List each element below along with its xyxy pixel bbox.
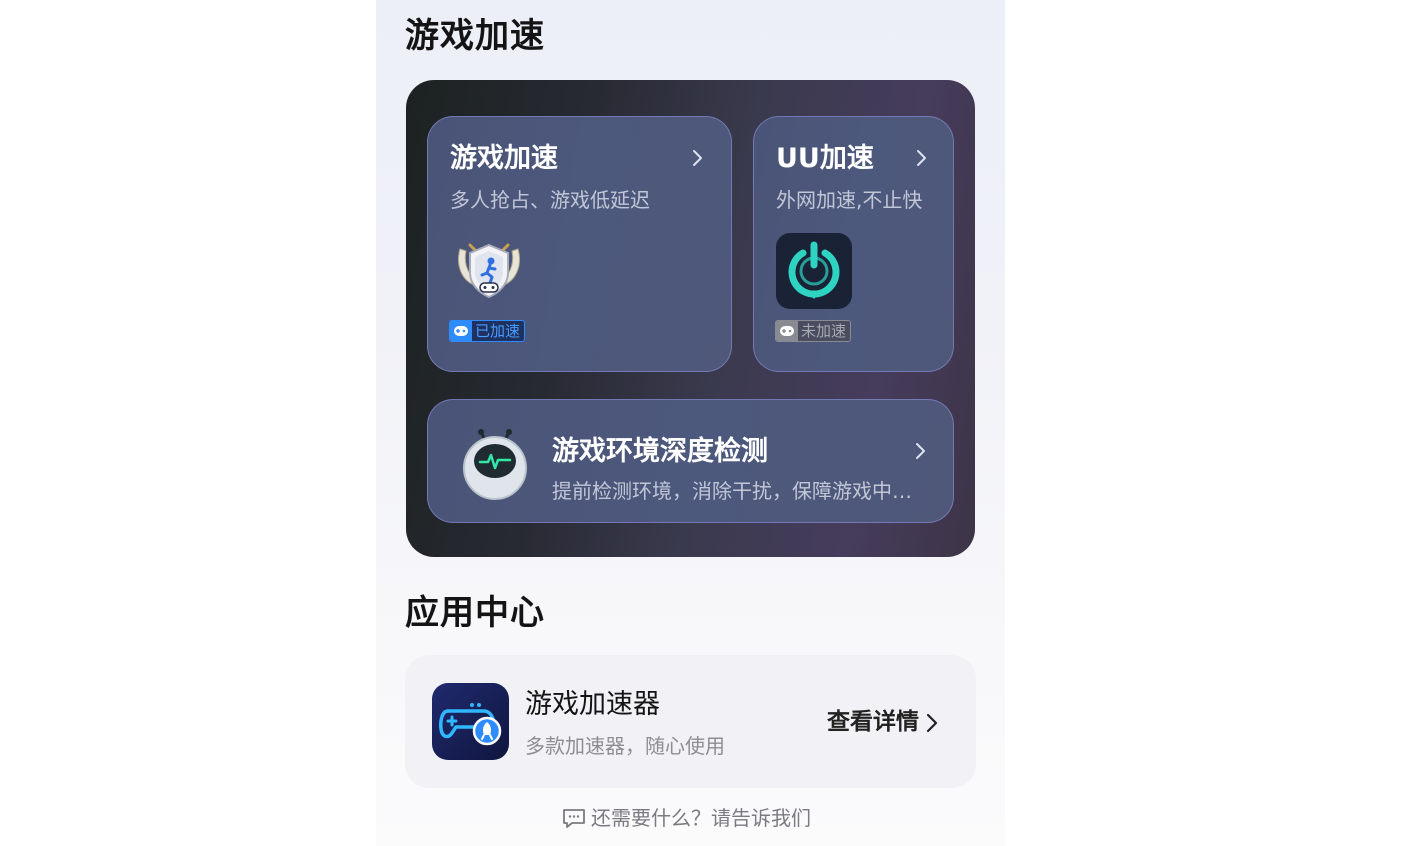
accelerated-badge: 已加速 <box>449 320 526 342</box>
uu-power-icon <box>788 241 840 299</box>
game-accel-panel: 游戏加速 多人抢占、游戏低延迟 已加速 UU加速 外网加速,不止快 未加速 游戏… <box>406 80 975 557</box>
uu-accel-card-title: UU加速 <box>776 143 874 174</box>
game-accel-card[interactable]: 游戏加速 多人抢占、游戏低延迟 已加速 <box>427 116 732 372</box>
view-details-label: 查看详情 <box>827 709 919 735</box>
gamepad-badge-icon <box>450 321 472 341</box>
app-name: 游戏加速器 <box>525 689 660 720</box>
section-title-game-accel: 游戏加速 <box>405 16 545 56</box>
chevron-right-icon <box>926 713 938 732</box>
view-details-link[interactable]: 查看详情 <box>827 711 941 734</box>
env-check-card-subtitle: 提前检测环境，消除干扰，保障游戏中… <box>552 479 912 503</box>
uu-accel-card-subtitle: 外网加速,不止快 <box>776 188 923 212</box>
phone-screen: 游戏加速 游戏加速 多人抢占、游戏低延迟 已加速 UU加速 外网加速,不止快 未… <box>376 0 1005 846</box>
not-accelerated-badge: 未加速 <box>775 320 852 342</box>
message-icon <box>563 809 585 828</box>
uu-app-tile <box>776 233 852 309</box>
not-accelerated-status: 未加速 <box>801 321 847 340</box>
chevron-right-icon <box>693 150 702 166</box>
uu-accel-card[interactable]: UU加速 外网加速,不止快 未加速 <box>753 116 954 372</box>
winged-shield-gamer-icon <box>458 243 520 299</box>
env-check-card-title: 游戏环境深度检测 <box>552 436 768 467</box>
app-description: 多款加速器，随心使用 <box>525 734 725 758</box>
section-title-app-center: 应用中心 <box>405 593 545 633</box>
game-accel-card-subtitle: 多人抢占、游戏低延迟 <box>450 188 650 212</box>
app-center-card[interactable]: 游戏加速器 多款加速器，随心使用 查看详情 <box>405 655 976 788</box>
feedback-text: 还需要什么？请告诉我们 <box>591 806 811 830</box>
gamepad-badge-icon <box>776 321 798 341</box>
chevron-right-icon <box>916 443 925 459</box>
feedback-link[interactable]: 还需要什么？请告诉我们 <box>562 807 811 829</box>
env-check-card[interactable]: 游戏环境深度检测 提前检测环境，消除干扰，保障游戏中… <box>427 399 954 523</box>
game-accel-card-title: 游戏加速 <box>450 143 558 174</box>
gamepad-rocket-icon <box>439 703 502 746</box>
game-booster-app-tile <box>432 683 509 760</box>
accelerated-status: 已加速 <box>475 321 521 340</box>
chevron-right-icon <box>917 150 926 166</box>
robot-heartbeat-icon <box>463 429 527 500</box>
